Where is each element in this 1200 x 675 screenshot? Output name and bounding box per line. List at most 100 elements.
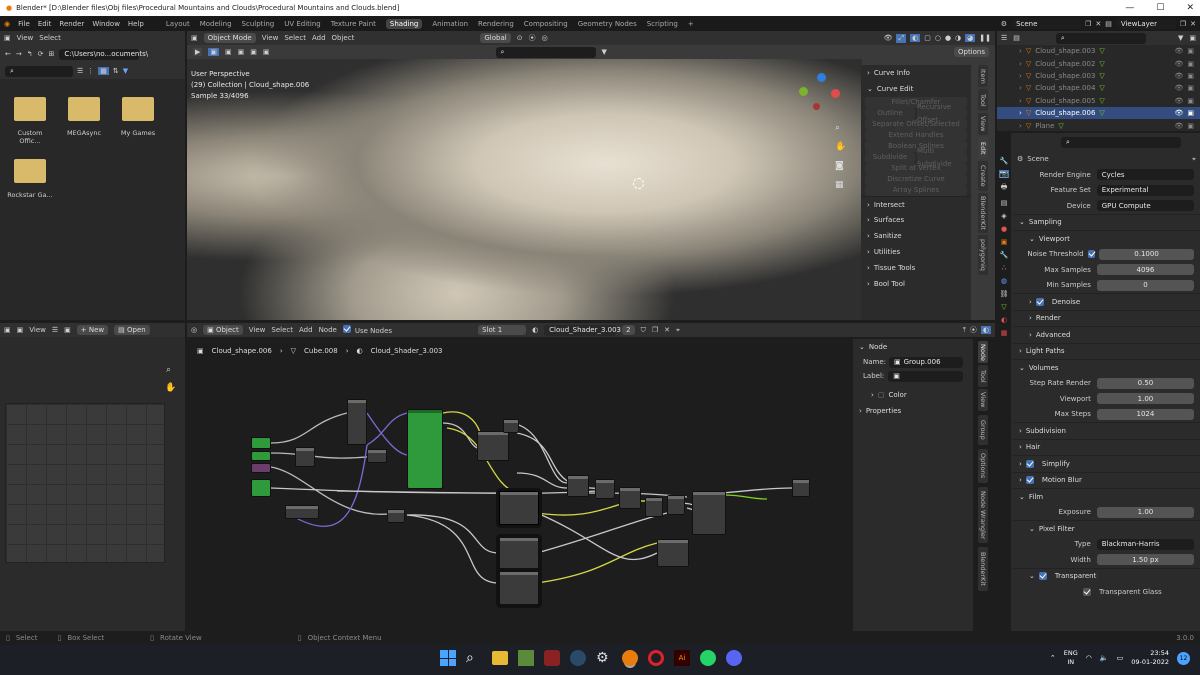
- tab-rendering[interactable]: Rendering: [478, 20, 514, 28]
- max-steps-field[interactable]: 1024: [1096, 408, 1194, 420]
- tab-geometry-nodes[interactable]: Geometry Nodes: [578, 20, 637, 28]
- panel-surfaces[interactable]: › Surfaces: [861, 212, 971, 228]
- volume-viewport-field[interactable]: 1.00: [1096, 393, 1194, 405]
- menu-help[interactable]: Help: [128, 20, 144, 28]
- device-dropdown[interactable]: GPU Compute: [1096, 200, 1194, 212]
- menu-file[interactable]: File: [18, 20, 30, 28]
- panel-film[interactable]: ⌄ Film: [1013, 488, 1200, 505]
- outliner-item[interactable]: › ▽ Cloud_shape.005 ▽ 👁 ▣: [997, 95, 1200, 107]
- camera-icon[interactable]: ▣: [1187, 97, 1194, 105]
- editor-type-icon[interactable]: ▣: [4, 326, 11, 334]
- zoom-icon[interactable]: ⌕: [835, 123, 846, 133]
- eye-icon[interactable]: 👁: [1174, 60, 1183, 68]
- shader-node[interactable]: [347, 399, 367, 445]
- panel-transparent[interactable]: ⌄ Transparent: [1013, 567, 1200, 585]
- pan-hand-icon[interactable]: ✋: [835, 142, 846, 152]
- panel-properties[interactable]: › Properties: [853, 403, 973, 419]
- view-layer-icon[interactable]: ▤: [1105, 20, 1112, 28]
- shader-node[interactable]: [251, 463, 271, 473]
- outliner-search[interactable]: ⌕: [1055, 32, 1146, 44]
- max-samples-field[interactable]: 4096: [1096, 264, 1194, 276]
- node-label-field[interactable]: ▣: [888, 370, 963, 382]
- simplify-checkbox[interactable]: [1025, 459, 1034, 468]
- modifier-tab-icon[interactable]: 🔧: [1000, 251, 1009, 259]
- navigation-gizmo[interactable]: [797, 73, 847, 123]
- scene-tab-icon[interactable]: ◈: [1001, 212, 1006, 220]
- tab-blenderkit[interactable]: BlenderKit: [978, 193, 988, 233]
- outliner-item[interactable]: › ▽ Cloud_shape.006 ▽ 👁 ▣: [997, 106, 1200, 120]
- shader-node[interactable]: [499, 491, 539, 525]
- transparent-glass-row[interactable]: Transparent Glass: [1013, 584, 1200, 599]
- shader-node[interactable]: [595, 479, 615, 499]
- path-field[interactable]: C:\Users\no...ocuments\: [59, 48, 148, 60]
- feature-set-dropdown[interactable]: Experimental: [1096, 184, 1194, 196]
- settings-icon[interactable]: ⚙: [596, 650, 612, 666]
- shader-node[interactable]: [251, 451, 271, 461]
- viewport-search[interactable]: ⌕: [495, 46, 596, 58]
- outliner-item[interactable]: › ▽ Plane ▽ 👁 ▣: [997, 119, 1200, 131]
- tab-sculpting[interactable]: Sculpting: [242, 20, 275, 28]
- motion-blur-checkbox[interactable]: [1025, 476, 1034, 485]
- blender-menu-icon[interactable]: ◉: [4, 20, 10, 28]
- eye-icon[interactable]: 👁: [1174, 97, 1183, 105]
- pivot-icon[interactable]: ⊙: [517, 34, 523, 42]
- camera-icon[interactable]: ▣: [1187, 72, 1194, 80]
- filter-icon[interactable]: ▼: [602, 48, 607, 56]
- opera-icon[interactable]: [648, 650, 664, 666]
- shader-node[interactable]: [645, 497, 663, 517]
- columns-view-icon[interactable]: ⋮: [87, 67, 94, 75]
- overlay-icon[interactable]: ◐: [910, 34, 921, 42]
- panel-bool-tool[interactable]: › Bool Tool: [861, 276, 971, 292]
- panel-sampling[interactable]: ⌄ Sampling: [1013, 213, 1200, 231]
- select-tool-icon[interactable]: ▶: [193, 48, 203, 56]
- tab-create[interactable]: Create: [978, 161, 988, 191]
- panel-viewport-sampling[interactable]: ⌄ Viewport: [1013, 230, 1200, 247]
- search-icon[interactable]: ⌕: [466, 650, 482, 666]
- panel-subdivision[interactable]: › Subdivision: [1013, 422, 1200, 439]
- menu-select[interactable]: Select: [284, 34, 306, 42]
- eye-icon[interactable]: 👁: [1174, 84, 1183, 92]
- expand-arrow-icon[interactable]: ›: [1019, 72, 1022, 80]
- camera-icon[interactable]: ▣: [1187, 109, 1194, 117]
- editor-type-icon[interactable]: ▣: [191, 34, 198, 42]
- tab-blenderkit[interactable]: BlenderKit: [978, 547, 988, 591]
- shader-node[interactable]: [367, 449, 387, 463]
- render-tab-icon[interactable]: 📷: [998, 170, 1010, 178]
- filter-icon[interactable]: ▼: [1178, 34, 1183, 42]
- zoom-icon[interactable]: ⌕: [166, 365, 171, 375]
- array-splines-button[interactable]: Array Splines: [865, 185, 967, 196]
- panel-light-paths[interactable]: › Light Paths: [1013, 342, 1200, 360]
- illustrator-icon[interactable]: Ai: [674, 650, 690, 666]
- start-icon[interactable]: [440, 650, 456, 666]
- sort-icon[interactable]: ⇅: [113, 67, 119, 75]
- shader-node[interactable]: [667, 495, 685, 515]
- shader-node[interactable]: [407, 409, 443, 489]
- shader-node[interactable]: [285, 505, 319, 519]
- shader-node[interactable]: [251, 437, 271, 449]
- properties-search[interactable]: ⌕: [1061, 136, 1181, 148]
- shader-node[interactable]: [567, 475, 589, 497]
- display-mode-icon[interactable]: ▤: [1013, 34, 1020, 42]
- panel-utilities[interactable]: › Utilities: [861, 244, 971, 260]
- panel-sanitize[interactable]: › Sanitize: [861, 228, 971, 244]
- whatsapp-icon[interactable]: [700, 650, 716, 666]
- panel-advanced[interactable]: › Advanced: [1013, 326, 1200, 343]
- view-layer-selector[interactable]: ViewLayer: [1115, 18, 1176, 29]
- minimize-icon[interactable]: —: [1125, 3, 1134, 13]
- shader-node[interactable]: [477, 431, 509, 461]
- shader-node[interactable]: [387, 509, 405, 523]
- noise-threshold-field[interactable]: 0.1000: [1099, 248, 1194, 260]
- blender-taskbar-icon[interactable]: [622, 650, 638, 666]
- menu-object[interactable]: Object: [332, 34, 355, 42]
- panel-motion-blur[interactable]: › Motion Blur: [1013, 471, 1200, 489]
- x-axis-icon[interactable]: [831, 89, 840, 98]
- shader-node[interactable]: [499, 571, 539, 605]
- material-output-node[interactable]: [792, 479, 810, 497]
- camera-icon[interactable]: ▣: [1187, 47, 1194, 55]
- transparent-glass-checkbox[interactable]: [1083, 587, 1091, 596]
- material-tab-icon[interactable]: ◐: [1001, 316, 1007, 324]
- shader-node[interactable]: [619, 487, 641, 509]
- editor-type-icon[interactable]: ▣: [4, 34, 11, 42]
- shader-node-editor[interactable]: ◎ ▣ Object View Select Add Node Use Node…: [187, 323, 995, 631]
- editor-type-icon[interactable]: ☰: [1001, 34, 1007, 42]
